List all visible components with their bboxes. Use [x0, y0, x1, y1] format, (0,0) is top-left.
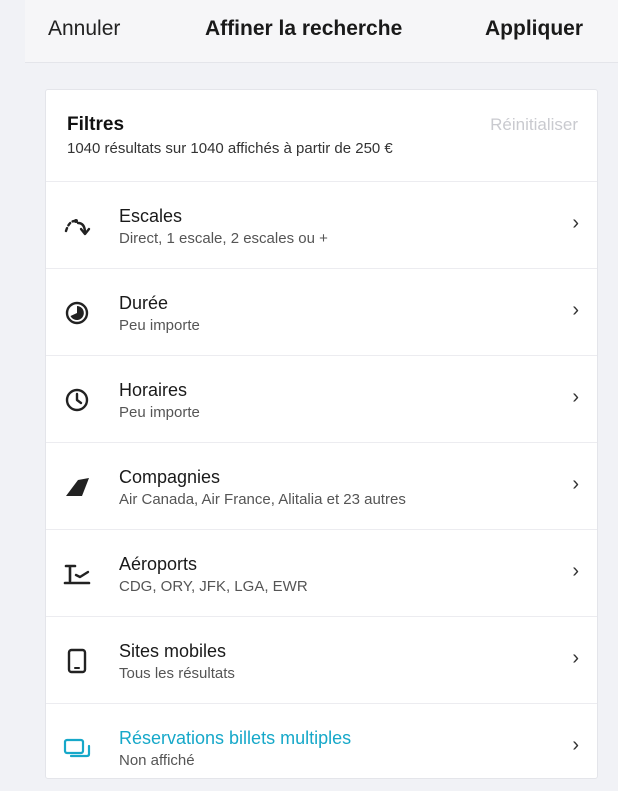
chevron-right-icon: › — [572, 386, 579, 408]
multiple-tickets-icon — [63, 734, 91, 762]
chevron-right-icon: › — [572, 212, 579, 234]
filter-label: Sites mobiles — [119, 641, 227, 661]
filter-value: Non affiché — [119, 752, 195, 769]
filter-value: Tous les résultats — [119, 665, 235, 682]
filter-label: Horaires — [119, 380, 188, 400]
results-summary: 1040 résultats sur 1040 affichés à parti… — [67, 140, 393, 157]
chevron-right-icon: › — [572, 647, 579, 669]
filter-label: Escales — [119, 206, 183, 226]
filter-label: Réservations billets multiples — [119, 728, 352, 748]
filter-label: Durée — [119, 293, 169, 313]
cancel-button[interactable]: Annuler — [48, 17, 120, 41]
filter-value: Air Canada, Air France, Alitalia et 23 a… — [119, 491, 406, 508]
chevron-right-icon: › — [572, 299, 579, 321]
reset-button[interactable]: Réinitialiser — [490, 115, 578, 135]
airline-tail-icon — [63, 473, 91, 501]
airport-icon — [63, 560, 91, 588]
filter-row-stops[interactable]: Escales Direct, 1 escale, 2 escales ou +… — [46, 182, 597, 269]
filter-value: CDG, ORY, JFK, LGA, EWR — [119, 578, 308, 595]
filter-row-mobile-sites[interactable]: Sites mobiles Tous les résultats › — [46, 617, 597, 704]
filter-value: Peu importe — [119, 317, 200, 334]
filter-row-duration[interactable]: Durée Peu importe › — [46, 269, 597, 356]
filters-header: Filtres Réinitialiser 1040 résultats sur… — [46, 90, 597, 182]
top-navigation-bar: Annuler Affiner la recherche Appliquer — [25, 0, 618, 63]
clock-icon — [63, 386, 91, 414]
filter-label: Compagnies — [119, 467, 221, 487]
chevron-right-icon: › — [572, 734, 579, 756]
filter-row-airlines[interactable]: Compagnies Air Canada, Air France, Alita… — [46, 443, 597, 530]
page-title: Affiner la recherche — [205, 17, 403, 40]
mobile-icon — [63, 647, 91, 675]
filter-row-airports[interactable]: Aéroports CDG, ORY, JFK, LGA, EWR › — [46, 530, 597, 617]
apply-button[interactable]: Appliquer — [485, 17, 583, 41]
filter-value: Direct, 1 escale, 2 escales ou + — [119, 230, 328, 247]
filter-row-schedule[interactable]: Horaires Peu importe › — [46, 356, 597, 443]
chevron-right-icon: › — [572, 560, 579, 582]
filters-title: Filtres — [67, 114, 125, 135]
filter-label: Aéroports — [119, 554, 198, 574]
filters-card: Filtres Réinitialiser 1040 résultats sur… — [45, 89, 598, 779]
stops-icon — [63, 212, 91, 240]
duration-icon — [63, 299, 91, 327]
filter-row-multiple-tickets[interactable]: Réservations billets multiples Non affic… — [46, 704, 597, 791]
filter-value: Peu importe — [119, 404, 200, 421]
chevron-right-icon: › — [572, 473, 579, 495]
